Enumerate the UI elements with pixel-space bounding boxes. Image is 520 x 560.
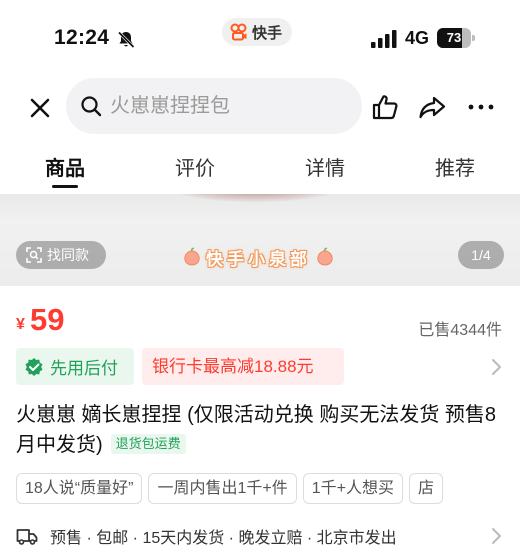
network-type: 4G xyxy=(405,28,430,48)
sold-count: 已售4344件 xyxy=(418,322,502,339)
tab-label: 评价 xyxy=(175,158,215,180)
return-shipping-badge: 退货包运费 xyxy=(110,434,186,454)
scan-icon xyxy=(26,247,42,263)
thumbs-up-icon[interactable] xyxy=(370,92,400,122)
cellular-signal-icon xyxy=(371,30,397,48)
watermark: 快手小泉部 xyxy=(182,244,335,270)
bell-off-icon xyxy=(117,31,135,49)
app-indicator[interactable]: 快手 xyxy=(222,18,293,46)
tab-label: 详情 xyxy=(305,158,345,180)
bank-discount-tag: 银行卡最高减18.88元 xyxy=(142,348,344,385)
tab-reviews[interactable]: 评价 xyxy=(130,142,260,194)
chevron-right-icon xyxy=(492,528,501,544)
price-value: 59 xyxy=(30,302,65,337)
pay-later-label: 先用后付 xyxy=(50,359,118,378)
product-title: 火崽崽 嫡长崽捏捏 (仅限活动兑换 购买无法发货 预售8月中发货) 退货包运费 xyxy=(16,400,496,460)
status-time: 12:24 xyxy=(54,26,110,49)
truck-icon xyxy=(16,529,38,545)
find-similar-button[interactable]: 找同款 xyxy=(16,241,106,269)
status-bar: 12:24 快手 4G 73 xyxy=(0,0,520,72)
tab-recommendations[interactable]: 推荐 xyxy=(390,142,520,194)
search-icon xyxy=(81,96,102,117)
shield-check-icon xyxy=(25,357,43,376)
shipping-info-row[interactable]: 预售 · 包邮 · 15天内发货 · 晚发立赔 · 北京市发出 xyxy=(16,520,506,552)
battery-percentage: 73 xyxy=(446,30,462,45)
highlight-chip[interactable]: 店 xyxy=(408,473,443,504)
highlight-chip[interactable]: 一周内售出1千+件 xyxy=(148,473,297,504)
search-bar[interactable] xyxy=(66,78,362,134)
detail-tabs: 商品 评价 详情 推荐 xyxy=(0,142,520,194)
chevron-right-icon xyxy=(492,359,501,375)
close-icon xyxy=(30,98,50,118)
promo-tags[interactable]: 先用后付 银行卡最高减18.88元 xyxy=(16,348,506,386)
more-icon[interactable] xyxy=(466,92,496,122)
share-icon[interactable] xyxy=(417,92,447,122)
price-row: ¥ 59 已售4344件 xyxy=(0,296,520,346)
watermark-text: 快手小泉部 xyxy=(206,249,311,269)
battery-icon: 73 xyxy=(437,28,475,48)
product-photo xyxy=(170,194,340,202)
app-name: 快手 xyxy=(252,24,283,42)
search-header xyxy=(0,72,520,142)
highlight-chips: 18人说“质量好” 一周内售出1千+件 1千+人想买店 xyxy=(16,473,520,505)
find-similar-label: 找同款 xyxy=(47,247,89,263)
image-page-indicator: 1/4 xyxy=(458,241,504,269)
pay-later-tag: 先用后付 xyxy=(16,348,134,385)
product-image-gallery[interactable]: 找同款 快手小泉部 1/4 xyxy=(0,194,520,286)
shipping-text: 预售 · 包邮 · 15天内发货 · 晚发立赔 · 北京市发出 xyxy=(50,530,397,547)
highlight-chip[interactable]: 1千+人想买 xyxy=(302,473,403,504)
search-input[interactable] xyxy=(110,94,350,118)
active-tab-indicator xyxy=(52,185,78,188)
product-title-text: 火崽崽 嫡长崽捏捏 (仅限活动兑换 购买无法发货 预售8月中发货) xyxy=(16,404,497,456)
kuaishou-logo-icon xyxy=(230,23,247,41)
tab-details[interactable]: 详情 xyxy=(260,142,390,194)
peach-icon xyxy=(184,247,200,266)
tab-products[interactable]: 商品 xyxy=(0,142,130,194)
peach-icon xyxy=(317,247,333,266)
highlight-chip[interactable]: 18人说“质量好” xyxy=(16,473,143,504)
tab-label: 推荐 xyxy=(435,158,475,180)
close-button[interactable] xyxy=(24,92,56,124)
price-currency: ¥ xyxy=(16,316,25,333)
tab-label: 商品 xyxy=(45,158,85,180)
